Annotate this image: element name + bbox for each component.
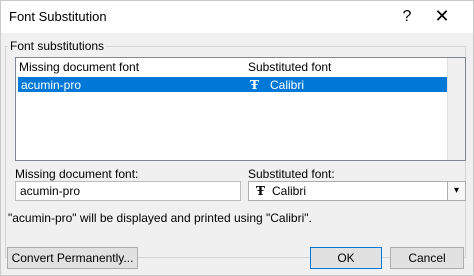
cancel-button[interactable]: Cancel (390, 247, 464, 269)
help-button[interactable]: ? (399, 7, 415, 27)
substituted-font-dropdown[interactable]: Ŧ Calibri ▾ (248, 181, 466, 201)
title-bar: Font Substitution ? ✕ (1, 1, 473, 33)
chevron-down-icon[interactable]: ▾ (447, 182, 465, 200)
list-header: Missing document font Substituted font (16, 58, 465, 76)
group-label: Font substitutions (8, 39, 107, 53)
truetype-font-icon: Ŧ (250, 78, 259, 92)
dialog-title: Font Substitution (9, 9, 107, 24)
close-button[interactable]: ✕ (433, 6, 451, 26)
list-item[interactable]: acumin-pro Ŧ Calibri (18, 77, 449, 92)
header-substituted-font: Substituted font (248, 60, 332, 74)
missing-font-field: acumin-pro (15, 181, 241, 201)
substitution-message: "acumin-pro" will be displayed and print… (8, 211, 312, 225)
missing-font-label: Missing document font: (15, 167, 139, 181)
list-item-missing-font: acumin-pro (21, 78, 82, 92)
ok-button[interactable]: OK (310, 247, 382, 269)
list-item-substituted-font: Calibri (270, 78, 305, 92)
header-missing-font: Missing document font (19, 60, 140, 74)
convert-permanently-button[interactable]: Convert Permanently... (7, 247, 138, 269)
substitution-list[interactable]: Missing document font Substituted font a… (15, 57, 466, 161)
list-scrollbar[interactable] (447, 58, 465, 160)
font-substitution-dialog: Font Substitution ? ✕ Font substitutions… (0, 0, 474, 276)
substituted-font-value: Calibri (272, 184, 307, 198)
substituted-font-label: Substituted font: (248, 167, 335, 181)
truetype-font-icon: Ŧ (256, 184, 265, 198)
